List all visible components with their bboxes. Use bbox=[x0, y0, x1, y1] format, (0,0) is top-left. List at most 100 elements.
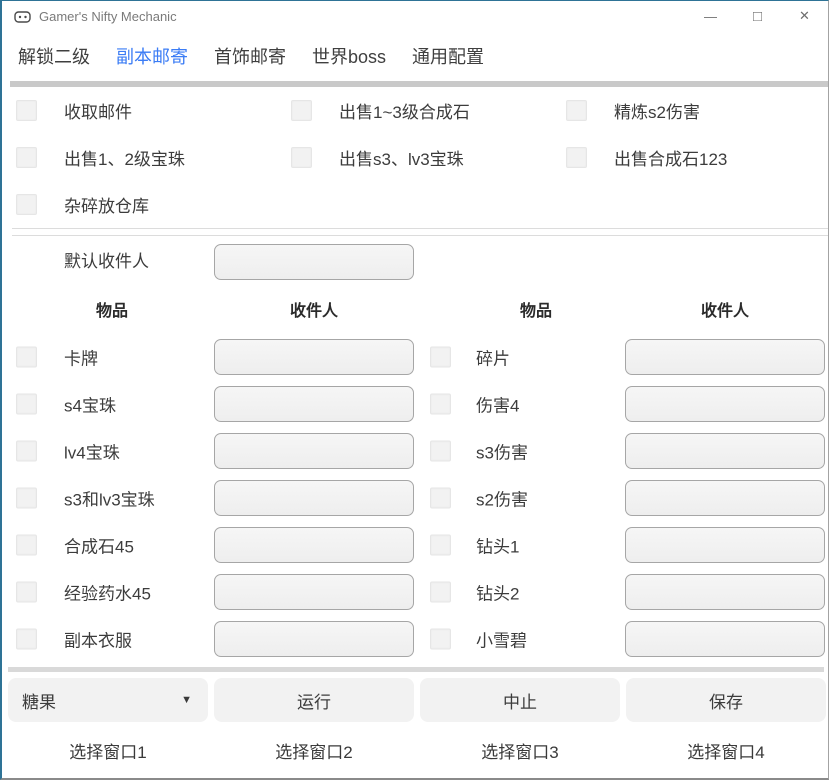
item-label: 钻头1 bbox=[476, 532, 519, 557]
item-label: s2伤害 bbox=[476, 485, 528, 510]
item-label: lv4宝珠 bbox=[64, 438, 120, 463]
recipient-input[interactable] bbox=[625, 574, 825, 610]
recipient-input[interactable] bbox=[214, 574, 414, 610]
checkbox[interactable] bbox=[16, 628, 37, 649]
option-junk-to-warehouse: 杂碎放仓库 bbox=[16, 181, 291, 228]
checkbox[interactable] bbox=[430, 487, 451, 508]
option-sell-synth-stone-123: 出售合成石123 bbox=[566, 134, 822, 181]
tab-general-config[interactable]: 通用配置 bbox=[412, 43, 484, 69]
window-select-dropdown[interactable]: 糖果 ▼ bbox=[8, 678, 208, 722]
table-row: s3和lv3宝珠 s2伤害 bbox=[2, 474, 828, 521]
option-sell-gem-1-2: 出售1、2级宝珠 bbox=[16, 134, 291, 181]
option-collect-mail: 收取邮件 bbox=[16, 87, 291, 134]
tab-jewelry-mail[interactable]: 首饰邮寄 bbox=[214, 43, 286, 69]
divider bbox=[8, 667, 824, 672]
column-header-recipient: 收件人 bbox=[625, 297, 825, 321]
item-label: 合成石45 bbox=[64, 532, 134, 557]
maximize-button[interactable]: □ bbox=[734, 1, 781, 31]
tab-bar: 解锁二级 副本邮寄 首饰邮寄 世界boss 通用配置 bbox=[2, 31, 828, 81]
checkbox[interactable] bbox=[16, 393, 37, 414]
run-button[interactable]: 运行 bbox=[214, 678, 414, 722]
checkbox[interactable] bbox=[430, 346, 451, 367]
minimize-button[interactable]: — bbox=[687, 1, 734, 31]
table-row: 合成石45 钻头1 bbox=[2, 521, 828, 568]
recipient-input[interactable] bbox=[214, 433, 414, 469]
item-label: 伤害4 bbox=[476, 391, 519, 416]
tab-unlock-level2[interactable]: 解锁二级 bbox=[18, 43, 90, 69]
recipient-input[interactable] bbox=[625, 386, 825, 422]
checkbox[interactable] bbox=[430, 440, 451, 461]
table-row: 经验药水45 钻头2 bbox=[2, 568, 828, 615]
checkbox[interactable] bbox=[16, 440, 37, 461]
option-label: 杂碎放仓库 bbox=[64, 192, 149, 217]
checkbox[interactable] bbox=[291, 147, 312, 168]
checkbox[interactable] bbox=[16, 534, 37, 555]
recipient-input[interactable] bbox=[214, 480, 414, 516]
recipient-input[interactable] bbox=[625, 433, 825, 469]
stop-button[interactable]: 中止 bbox=[420, 678, 620, 722]
tab-dungeon-mail[interactable]: 副本邮寄 bbox=[116, 43, 188, 69]
item-label: 经验药水45 bbox=[64, 579, 151, 604]
window-controls: — □ ✕ bbox=[687, 1, 828, 31]
item-label: 碎片 bbox=[476, 344, 510, 369]
column-header-item: 物品 bbox=[476, 297, 596, 321]
recipient-input[interactable] bbox=[625, 621, 825, 657]
checkbox[interactable] bbox=[16, 100, 37, 121]
checkbox[interactable] bbox=[291, 100, 312, 121]
title-bar: Gamer's Nifty Mechanic — □ ✕ bbox=[2, 1, 828, 31]
item-label: s3伤害 bbox=[476, 438, 528, 463]
table-row: s4宝珠 伤害4 bbox=[2, 380, 828, 427]
recipient-input[interactable] bbox=[625, 339, 825, 375]
select-window-4-label: 选择窗口4 bbox=[626, 738, 826, 763]
checkbox[interactable] bbox=[16, 581, 37, 602]
close-button[interactable]: ✕ bbox=[781, 1, 828, 31]
table-row: lv4宝珠 s3伤害 bbox=[2, 427, 828, 474]
checkbox[interactable] bbox=[430, 581, 451, 602]
recipient-input[interactable] bbox=[625, 480, 825, 516]
item-label: 卡牌 bbox=[64, 344, 98, 369]
option-refine-s2-damage: 精炼s2伤害 bbox=[566, 87, 822, 134]
recipient-input[interactable] bbox=[625, 527, 825, 563]
table-row: 副本衣服 小雪碧 bbox=[2, 615, 828, 662]
select-window-1-label: 选择窗口1 bbox=[8, 738, 208, 763]
option-sell-s3-lv3-gem: 出售s3、lv3宝珠 bbox=[291, 134, 566, 181]
app-window: Gamer's Nifty Mechanic — □ ✕ 解锁二级 副本邮寄 首… bbox=[0, 0, 829, 780]
chevron-down-icon: ▼ bbox=[181, 694, 192, 706]
option-label: 出售s3、lv3宝珠 bbox=[339, 145, 464, 170]
select-window-2-label: 选择窗口2 bbox=[214, 738, 414, 763]
options-grid: 收取邮件 出售1~3级合成石 精炼s2伤害 出售1、2级宝珠 出售s3、lv3宝… bbox=[16, 87, 822, 228]
checkbox[interactable] bbox=[566, 147, 587, 168]
item-label: 小雪碧 bbox=[476, 626, 527, 651]
dropdown-value: 糖果 bbox=[22, 688, 56, 713]
option-label: 收取邮件 bbox=[64, 98, 132, 123]
item-label: 副本衣服 bbox=[64, 626, 132, 651]
default-recipient-label: 默认收件人 bbox=[64, 244, 149, 280]
checkbox[interactable] bbox=[430, 628, 451, 649]
recipient-input[interactable] bbox=[214, 339, 414, 375]
option-label: 出售1、2级宝珠 bbox=[64, 145, 185, 170]
window-title: Gamer's Nifty Mechanic bbox=[39, 9, 177, 24]
option-label: 精炼s2伤害 bbox=[614, 98, 700, 123]
option-label: 出售合成石123 bbox=[614, 145, 727, 170]
save-button[interactable]: 保存 bbox=[626, 678, 826, 722]
checkbox[interactable] bbox=[430, 534, 451, 555]
checkbox[interactable] bbox=[430, 393, 451, 414]
column-header-item: 物品 bbox=[64, 297, 160, 321]
option-label: 出售1~3级合成石 bbox=[339, 98, 470, 123]
checkbox[interactable] bbox=[16, 487, 37, 508]
option-sell-synth-stone-1-3: 出售1~3级合成石 bbox=[291, 87, 566, 134]
item-table: 卡牌 碎片 s4宝珠 伤害4 lv4宝珠 s3伤害 s3和lv3宝珠 bbox=[2, 333, 828, 662]
default-recipient-input[interactable] bbox=[214, 244, 414, 280]
table-row: 卡牌 碎片 bbox=[2, 333, 828, 380]
checkbox[interactable] bbox=[16, 147, 37, 168]
checkbox[interactable] bbox=[566, 100, 587, 121]
tab-world-boss[interactable]: 世界boss bbox=[312, 43, 386, 69]
recipient-input[interactable] bbox=[214, 527, 414, 563]
gamepad-icon bbox=[14, 9, 31, 24]
checkbox[interactable] bbox=[16, 194, 37, 215]
checkbox[interactable] bbox=[16, 346, 37, 367]
select-window-3-label: 选择窗口3 bbox=[420, 738, 620, 763]
recipient-input[interactable] bbox=[214, 621, 414, 657]
recipient-input[interactable] bbox=[214, 386, 414, 422]
item-label: s3和lv3宝珠 bbox=[64, 485, 155, 510]
